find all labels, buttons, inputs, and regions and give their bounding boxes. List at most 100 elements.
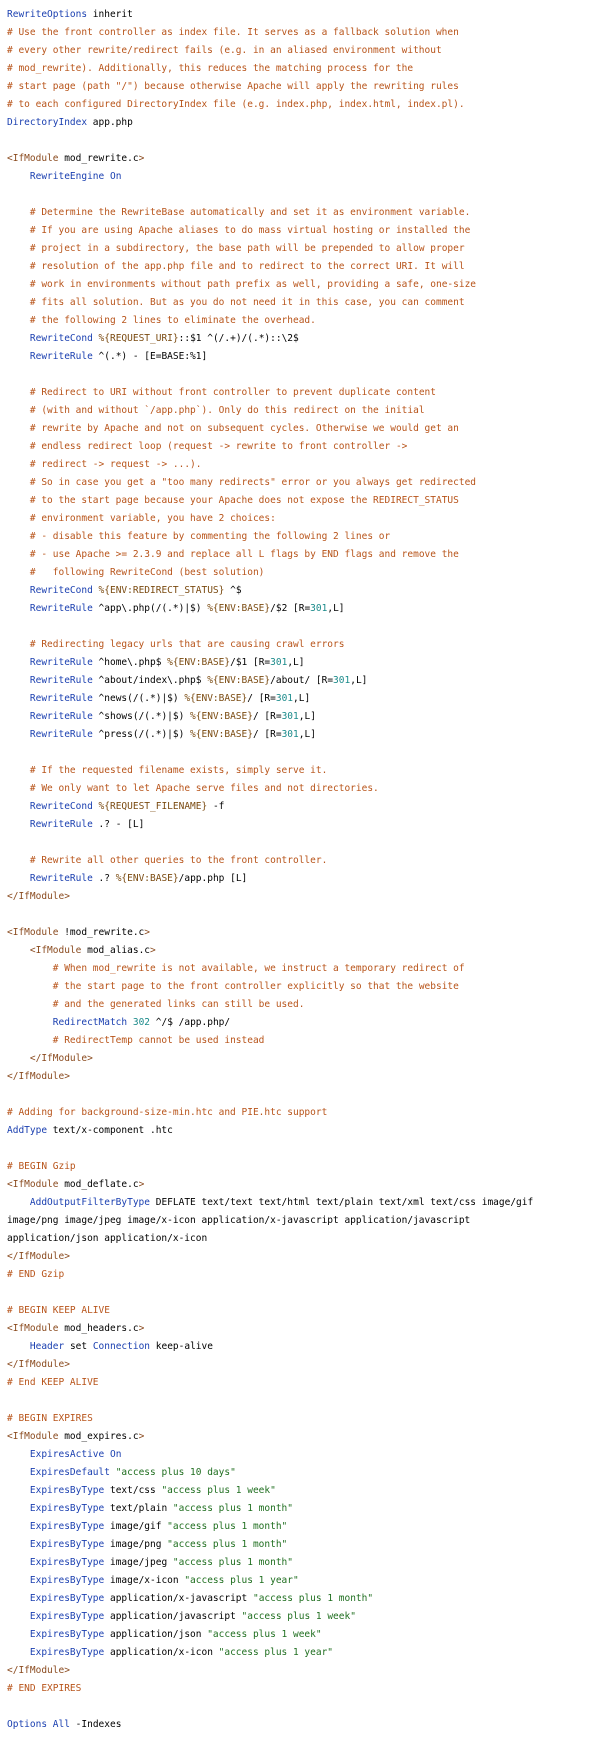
code-directive: RewriteCond (29, 585, 93, 596)
code-line: </IfModule> (7, 1356, 600, 1374)
code-line: ExpiresByType text/plain "access plus 1 … (7, 1500, 600, 1518)
code-variable: %{ENV:BASE} (190, 711, 253, 722)
code-line: # project in a subdirectory, the base pa… (7, 240, 600, 258)
code-variable: %{ENV:BASE} (207, 675, 271, 686)
code-text: inherit (87, 9, 133, 20)
code-text: /$2 [R= (270, 603, 311, 614)
code-line: RewriteCond %{REQUEST_FILENAME} -f (7, 798, 600, 816)
code-line: ​ (7, 186, 600, 204)
code-tag: </IfModule> (7, 1665, 70, 1676)
code-string: "access plus 1 month" (172, 1503, 293, 1514)
code-line: <IfModule mod_deflate.c> (7, 1176, 600, 1194)
code-line: ​ (7, 906, 600, 924)
code-text: mod_alias.c (81, 945, 151, 956)
code-comment: # If the requested filename exists, simp… (29, 765, 328, 776)
code-tag: > (144, 927, 151, 938)
code-tag: > (138, 1179, 145, 1190)
code-line: DirectoryIndex app.php (7, 114, 600, 132)
code-string: "access plus 1 month" (172, 1557, 293, 1568)
code-line: Options All -Indexes (7, 1716, 600, 1734)
code-text: DEFLATE text/text text/html text/plain t… (150, 1197, 534, 1208)
code-directive: RewriteRule (29, 693, 93, 704)
code-directive: Options (7, 1719, 48, 1730)
code-directive: AddOutputFilterByType (29, 1197, 150, 1208)
code-line: RewriteRule ^shows(/(.*)|$) %{ENV:BASE}/… (7, 708, 600, 726)
code-line: ExpiresByType application/javascript "ac… (7, 1608, 600, 1626)
code-variable: %{REQUEST_FILENAME} (98, 801, 208, 812)
code-line: # BEGIN Gzip (7, 1158, 600, 1176)
code-line: ExpiresByType image/jpeg "access plus 1 … (7, 1554, 600, 1572)
code-variable: %{ENV:BASE} (167, 657, 231, 668)
code-directive: Header (29, 1341, 65, 1352)
code-line: # every other rewrite/redirect fails (e.… (7, 42, 600, 60)
code-comment: # endless redirect loop (request -> rewr… (29, 441, 408, 452)
code-comment: # environment variable, you have 2 choic… (29, 513, 276, 524)
code-tag: <IfModule (29, 945, 82, 956)
code-text: image/gif (104, 1521, 168, 1532)
code-line: # the following 2 lines to eliminate the… (7, 312, 600, 330)
code-line: ​ (7, 1284, 600, 1302)
code-directive: ExpiresByType (29, 1557, 105, 1568)
code-directive: RewriteRule (29, 873, 93, 884)
code-text: mod_deflate.c (58, 1179, 139, 1190)
code-tag: <IfModule (7, 1323, 59, 1334)
code-string: "access plus 1 month" (167, 1521, 288, 1532)
code-line: ​ (7, 132, 600, 150)
code-comment: # END Gzip (7, 1269, 65, 1280)
code-line: # We only want to let Apache serve files… (7, 780, 600, 798)
code-line: </IfModule> (7, 1248, 600, 1266)
code-text: -Indexes (69, 1719, 122, 1730)
code-directive: ExpiresByType (29, 1485, 105, 1496)
code-tag: > (150, 945, 156, 956)
code-text: application/json (104, 1629, 208, 1640)
code-comment: # Use the front controller as index file… (7, 27, 459, 38)
code-line: ExpiresByType image/x-icon "access plus … (7, 1572, 600, 1590)
code-line: # RedirectTemp cannot be used instead (7, 1032, 600, 1050)
code-line: application/json application/x-icon (7, 1230, 600, 1248)
code-line: <IfModule mod_alias.c> (7, 942, 600, 960)
code-line: # When mod_rewrite is not available, we … (7, 960, 600, 978)
code-line: # fits all solution. But as you do not n… (7, 294, 600, 312)
code-line: ExpiresActive On (7, 1446, 600, 1464)
code-string: "access plus 1 year" (184, 1575, 299, 1586)
code-comment: # Rewrite all other queries to the front… (29, 855, 328, 866)
code-number: 301 (310, 603, 328, 614)
code-line: # BEGIN KEEP ALIVE (7, 1302, 600, 1320)
code-comment: # rewrite by Apache and not on subsequen… (29, 423, 459, 434)
code-line: # So in case you get a "too many redirec… (7, 474, 600, 492)
code-text: ^/$ /app.php/ (150, 1017, 231, 1028)
code-text: app.php (87, 117, 133, 128)
code-text: .? - [L] (92, 819, 145, 830)
code-comment: # the following 2 lines to eliminate the… (29, 315, 316, 326)
code-comment: # following RewriteCond (best solution) (29, 567, 265, 578)
code-tag: <IfModule (7, 153, 59, 164)
code-line: <IfModule mod_expires.c> (7, 1428, 600, 1446)
code-directive: All (52, 1719, 70, 1730)
code-text: application/javascript (104, 1611, 242, 1622)
code-text: ^press(/(.*)|$) (92, 729, 191, 740)
code-text: ,L] (298, 729, 316, 740)
code-variable: %{ENV:BASE} (115, 873, 179, 884)
code-comment: # Determine the RewriteBase automaticall… (29, 207, 471, 218)
code-tag: </IfModule> (29, 1053, 93, 1064)
code-comment: # - use Apache >= 2.3.9 and replace all … (29, 549, 459, 560)
code-comment: # mod_rewrite). Additionally, this reduc… (7, 63, 414, 74)
code-text: ^about/index\.php$ (92, 675, 208, 686)
code-comment: # and the generated links can still be u… (52, 999, 305, 1010)
